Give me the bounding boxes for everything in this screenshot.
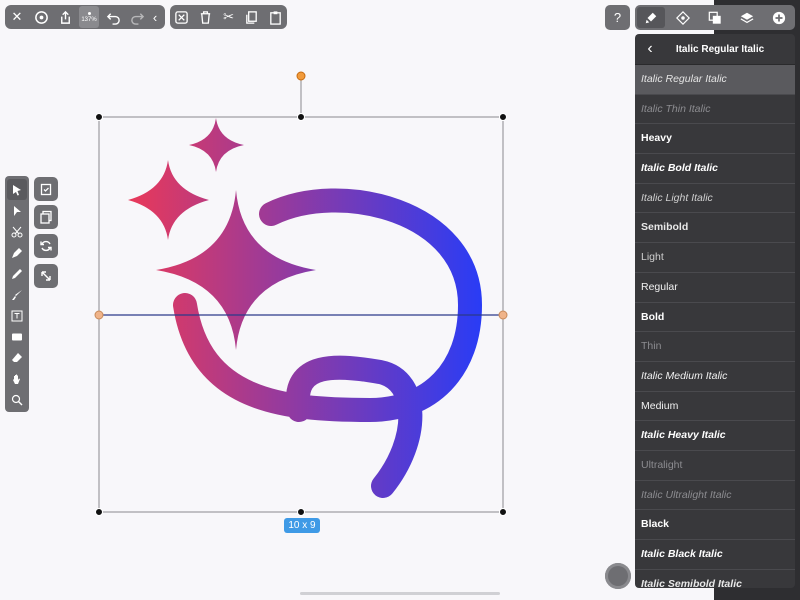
resize-handle-bottom[interactable] bbox=[297, 508, 305, 516]
size-badge: 10 x 9 bbox=[284, 518, 320, 533]
resize-handle-top-right[interactable] bbox=[499, 113, 507, 121]
resize-handle-top-left[interactable] bbox=[95, 113, 103, 121]
rotation-handle[interactable] bbox=[296, 71, 306, 81]
home-indicator bbox=[300, 592, 500, 595]
medium-sparkle-shape[interactable] bbox=[128, 160, 209, 240]
resize-handle-bottom-left[interactable] bbox=[95, 508, 103, 516]
assistive-touch-button[interactable] bbox=[605, 563, 631, 589]
baseline-handle-right[interactable] bbox=[498, 310, 508, 320]
small-sparkle-shape[interactable] bbox=[189, 118, 244, 172]
baseline-handle-left[interactable] bbox=[94, 310, 104, 320]
resize-handle-bottom-right[interactable] bbox=[499, 508, 507, 516]
canvas-artwork[interactable] bbox=[0, 0, 800, 600]
resize-handle-top[interactable] bbox=[297, 113, 305, 121]
